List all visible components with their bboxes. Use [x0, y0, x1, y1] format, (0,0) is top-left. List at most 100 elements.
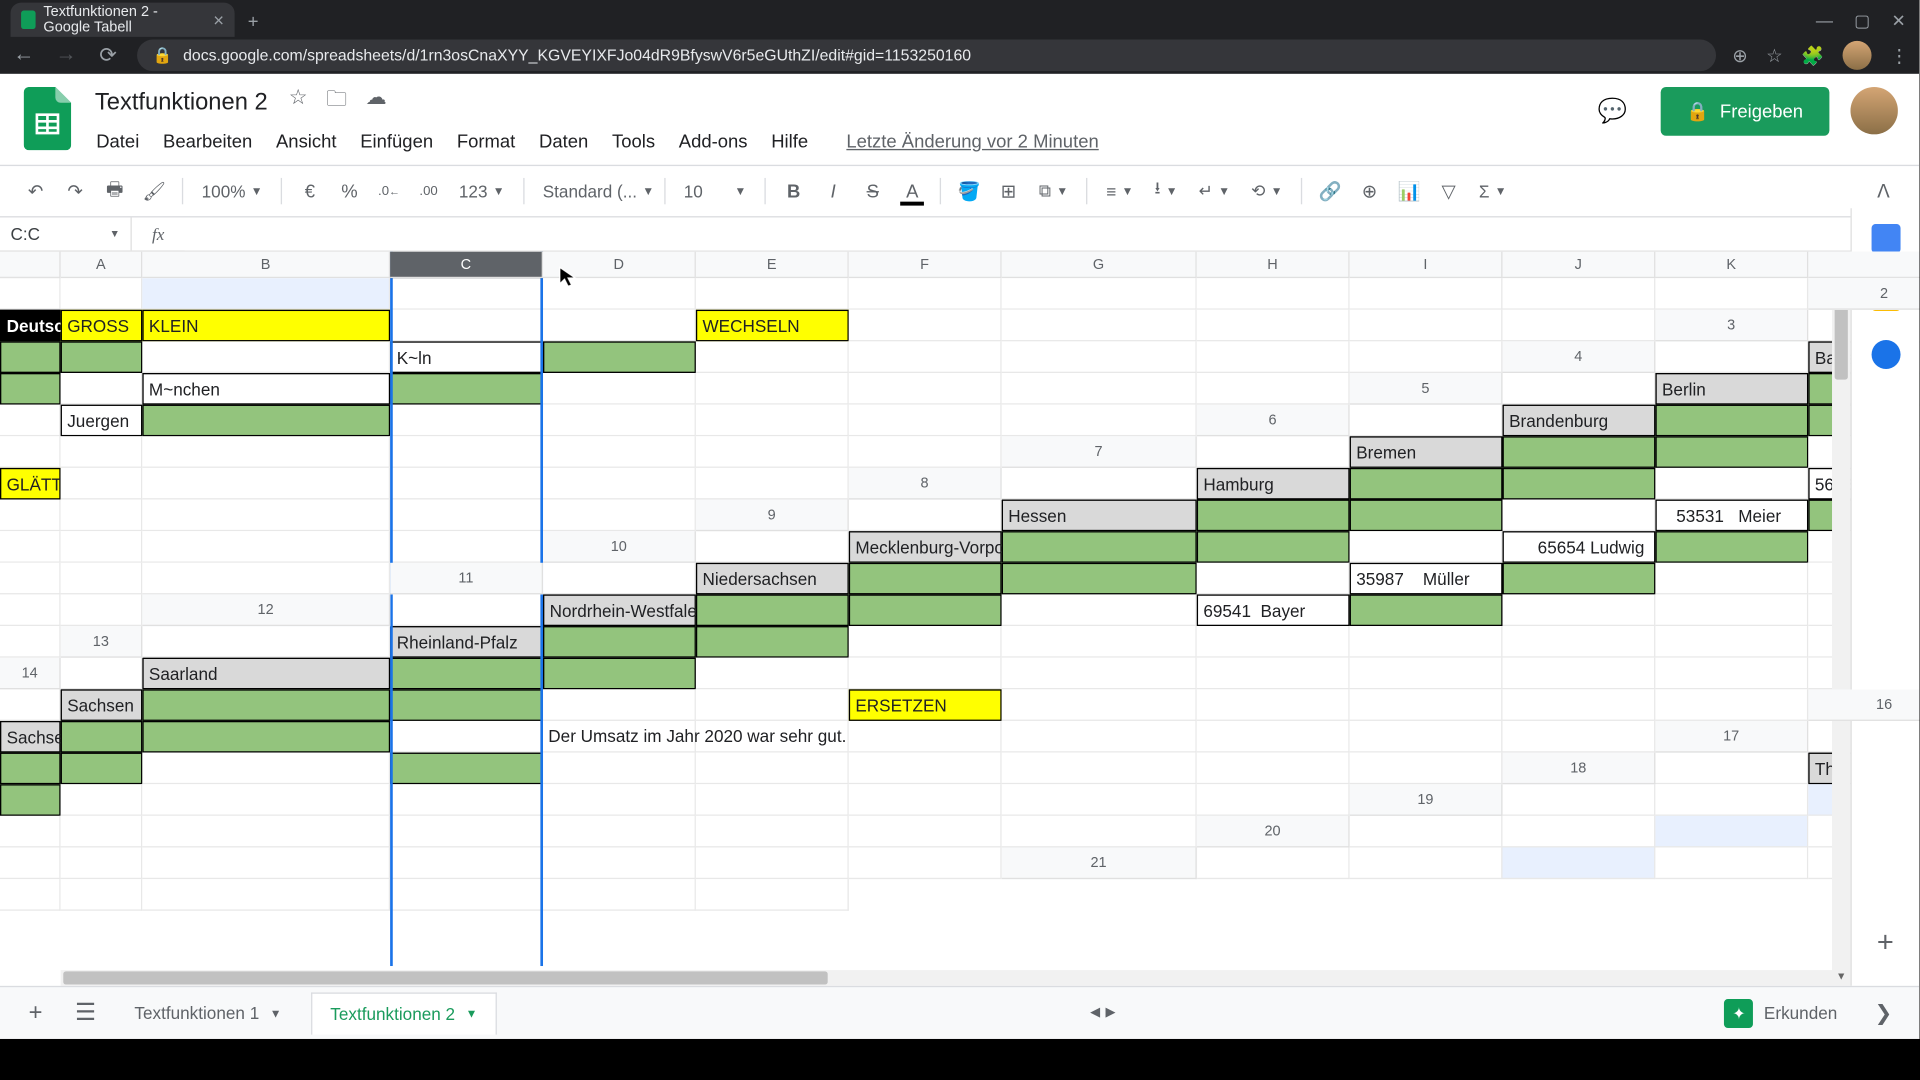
cell-E15[interactable] [543, 689, 696, 721]
cell-A13[interactable] [142, 626, 390, 658]
cell-B10[interactable]: Mecklenburg-Vorpommern [849, 531, 1002, 563]
row-header-6[interactable]: 6 [1197, 405, 1350, 437]
cell-C16[interactable] [61, 721, 143, 753]
col-header-A[interactable]: A [61, 252, 143, 278]
cell-H16[interactable] [849, 721, 1002, 753]
cell-I4[interactable] [696, 373, 849, 405]
cell-K10[interactable] [61, 563, 143, 595]
cell-E18[interactable] [61, 784, 143, 816]
side-panel-toggle-icon[interactable]: ❯ [1864, 1000, 1904, 1026]
cell-F5[interactable]: Juergen [61, 405, 143, 437]
sheet-tab-1[interactable]: Textfunktionen 1 ▼ [116, 992, 300, 1033]
browser-tab[interactable]: Textfunktionen 2 - Google Tabell × [11, 3, 235, 37]
cell-I5[interactable] [543, 405, 696, 437]
cell-B19[interactable] [1655, 784, 1808, 816]
col-header-E[interactable]: E [696, 252, 849, 278]
cell-B21[interactable] [1350, 847, 1503, 879]
cell-C20[interactable] [1655, 816, 1808, 848]
cell-I20[interactable] [390, 847, 543, 879]
dec-increase-button[interactable]: .00 [411, 174, 445, 208]
cell-C12[interactable] [696, 594, 849, 626]
cell-C21[interactable] [1503, 847, 1656, 879]
paint-format-icon[interactable]: 🖌 [137, 174, 171, 208]
rotate-select[interactable]: ⟲▼ [1243, 181, 1290, 202]
cell-I6[interactable] [390, 436, 543, 468]
redo-icon[interactable]: ↷ [58, 174, 92, 208]
cell-J5[interactable] [696, 405, 849, 437]
cell-F17[interactable] [390, 753, 543, 785]
chart-icon[interactable]: 📊 [1392, 174, 1426, 208]
cell-K5[interactable] [849, 405, 1002, 437]
star-icon[interactable]: ☆ [1766, 44, 1783, 66]
cell-I3[interactable] [849, 341, 1002, 373]
text-color-button[interactable]: A [895, 174, 929, 208]
cell-F14[interactable] [849, 658, 1002, 690]
cell-K14[interactable] [1655, 658, 1808, 690]
cell-K18[interactable] [1002, 784, 1197, 816]
cell-J9[interactable] [61, 531, 143, 563]
new-tab-button[interactable]: + [248, 11, 259, 37]
cell-D15[interactable] [390, 689, 543, 721]
cell-H5[interactable] [390, 405, 543, 437]
cell-C6[interactable] [1655, 405, 1808, 437]
row-header-13[interactable]: 13 [61, 626, 143, 658]
cell-G21[interactable] [0, 879, 61, 911]
cell-H14[interactable] [1197, 658, 1350, 690]
cell-G15[interactable]: ERSETZEN [849, 689, 1002, 721]
cell-H17[interactable] [696, 753, 849, 785]
cell-E13[interactable] [849, 626, 1002, 658]
row-header-11[interactable]: 11 [390, 563, 543, 595]
cell-C17[interactable] [0, 753, 61, 785]
cell-H6[interactable] [142, 436, 390, 468]
cell-A14[interactable] [61, 658, 143, 690]
cell-D16[interactable] [142, 721, 390, 753]
cell-A19[interactable] [1503, 784, 1656, 816]
cell-I14[interactable] [1350, 658, 1503, 690]
sheet-nav-left-icon[interactable]: ◀ [1090, 1006, 1100, 1020]
sheet-nav-right-icon[interactable]: ▶ [1106, 1006, 1116, 1020]
menu-format[interactable]: Format [448, 125, 525, 157]
cell-H13[interactable] [1350, 626, 1503, 658]
cell-A4[interactable] [1655, 341, 1808, 373]
cell-F4[interactable]: M~nchen [142, 373, 390, 405]
cell-B13[interactable]: Rheinland-Pfalz [390, 626, 543, 658]
cell-G12[interactable] [1350, 594, 1503, 626]
cell-H20[interactable] [142, 847, 390, 879]
cell-D14[interactable] [543, 658, 696, 690]
cell-C10[interactable] [1002, 531, 1197, 563]
cell-G18[interactable] [390, 784, 543, 816]
cell-I17[interactable] [849, 753, 1002, 785]
minimize-icon[interactable]: — [1816, 11, 1833, 32]
cell-C13[interactable] [543, 626, 696, 658]
cell-G7[interactable]: GLÄTTEN [0, 468, 61, 500]
col-header-J[interactable]: J [1503, 252, 1656, 278]
add-addon-icon[interactable]: + [1877, 925, 1894, 959]
explore-button[interactable]: ✦ Erkunden [1709, 990, 1854, 1035]
cell-F6[interactable] [0, 436, 61, 468]
formula-input[interactable] [185, 217, 1919, 250]
cell-H21[interactable] [61, 879, 143, 911]
cell-A10[interactable] [696, 531, 849, 563]
cell-A18[interactable] [1655, 753, 1808, 785]
menu-help[interactable]: Hilfe [762, 125, 817, 157]
cell-I12[interactable] [1655, 594, 1808, 626]
cell-G3[interactable] [543, 341, 696, 373]
row-header-12[interactable]: 12 [142, 594, 390, 626]
cell-J19[interactable] [696, 816, 849, 848]
bold-button[interactable]: B [777, 174, 811, 208]
cell-J20[interactable] [543, 847, 696, 879]
merge-select[interactable]: ⧉▼ [1031, 181, 1076, 202]
cell-J2[interactable] [1197, 310, 1350, 342]
cell-J3[interactable] [1002, 341, 1197, 373]
row-header-8[interactable]: 8 [849, 468, 1002, 500]
row-header-2[interactable]: 2 [1808, 278, 1919, 310]
cell-K2[interactable] [1350, 310, 1503, 342]
cell-F3[interactable]: K~ln [390, 341, 543, 373]
cell-G14[interactable] [1002, 658, 1197, 690]
comment-icon[interactable]: ⊕ [1352, 174, 1386, 208]
col-header-B[interactable]: B [142, 252, 390, 278]
cell-A1[interactable] [0, 278, 61, 310]
spreadsheet-grid[interactable]: ABCDEFGHIJK12DeutschlandGROSSKLEINWECHSE… [0, 252, 1919, 966]
cell-I13[interactable] [1503, 626, 1656, 658]
user-avatar[interactable] [1850, 87, 1897, 134]
